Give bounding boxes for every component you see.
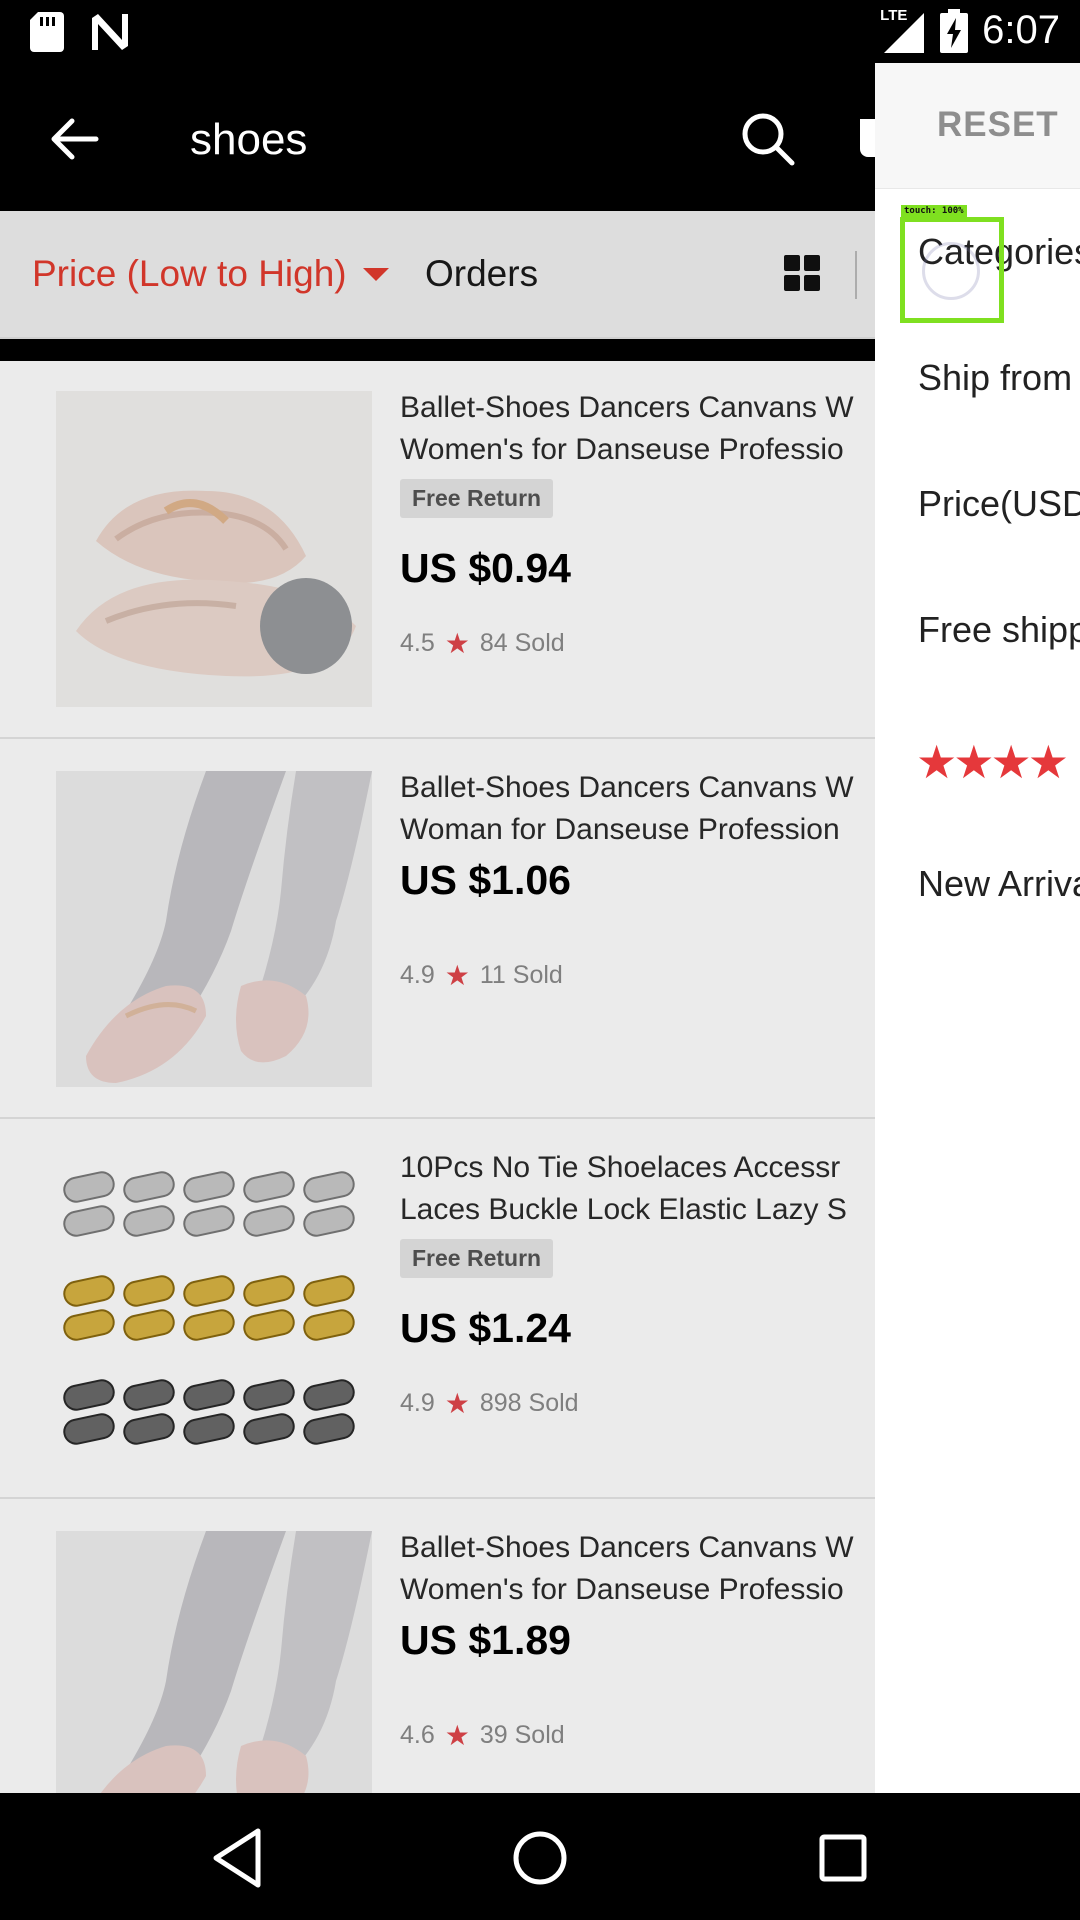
nav-home-icon[interactable] [505, 1823, 575, 1893]
rating-value: 4.9 [400, 961, 435, 989]
rating-sold: 4.9 ★ 898 Sold [400, 1387, 579, 1420]
product-price: US $1.06 [400, 857, 571, 903]
nav-back-icon[interactable] [202, 1823, 272, 1893]
star-icon: ★ [444, 1388, 470, 1419]
rating-sold: 4.6 ★ 39 Sold [400, 1719, 565, 1752]
rating-value: 4.5 [400, 629, 435, 657]
filter-price[interactable]: Price(USD [918, 483, 1080, 525]
product-price: US $0.94 [400, 545, 571, 591]
system-nav-bar [0, 1793, 1080, 1920]
signal-icon: LTE [880, 7, 926, 53]
nav-recents-icon[interactable] [808, 1823, 878, 1893]
rating-sold: 4.5 ★ 84 Sold [400, 627, 565, 660]
filter-new-arrivals[interactable]: New Arriva [918, 863, 1080, 905]
dropdown-triangle-icon [362, 267, 389, 281]
clock: 6:07 [982, 8, 1060, 52]
product-image-ballet-legs [56, 1531, 372, 1793]
star-icon: ★ [444, 960, 470, 991]
product-image-shoelace-locks [56, 1151, 372, 1467]
back-arrow-icon[interactable] [46, 111, 102, 167]
free-return-badge: Free Return [400, 479, 554, 518]
search-icon[interactable] [738, 109, 798, 169]
sold-count: 84 Sold [479, 629, 565, 657]
product-price: US $1.89 [400, 1617, 571, 1663]
rating-value: 4.9 [400, 1389, 435, 1417]
rating-sold: 4.9 ★ 11 Sold [400, 959, 563, 992]
sold-count: 39 Sold [479, 1721, 565, 1749]
price-sort-dropdown[interactable]: Price (Low to High) [32, 253, 389, 295]
filter-drawer-header: RESET [875, 63, 1080, 189]
filter-ship-from[interactable]: Ship from [918, 357, 1072, 399]
grid-view-icon[interactable] [784, 255, 820, 291]
sd-card-icon [30, 12, 64, 52]
reset-button[interactable]: RESET [937, 105, 1059, 145]
divider [855, 251, 857, 299]
price-sort-label: Price (Low to High) [32, 253, 347, 294]
sold-count: 11 Sold [479, 961, 563, 989]
product-image-ballet-legs [56, 771, 372, 1087]
rating-filter-stars[interactable]: ★★★★ [916, 735, 1069, 789]
search-query-title[interactable]: shoes [190, 115, 307, 165]
free-return-badge: Free Return [400, 1239, 554, 1278]
battery-charging-icon [940, 8, 969, 53]
product-price: US $1.24 [400, 1305, 571, 1351]
product-image-ballet-shoes [56, 391, 372, 707]
filter-free-shipping[interactable]: Free shipp [918, 609, 1080, 651]
sold-count: 898 Sold [479, 1389, 579, 1417]
star-icon: ★ [444, 628, 470, 659]
n-notification-icon [92, 14, 128, 50]
touch-ripple [922, 242, 980, 300]
status-bar: LTE 6:07 [0, 0, 1080, 63]
orders-sort[interactable]: Orders [425, 253, 538, 295]
rating-value: 4.6 [400, 1721, 435, 1749]
star-icon: ★ [444, 1720, 470, 1751]
